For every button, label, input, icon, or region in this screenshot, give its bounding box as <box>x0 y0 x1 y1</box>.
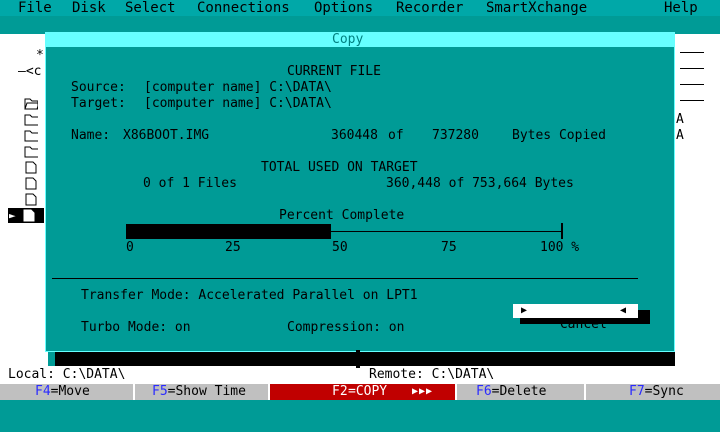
fkey-divider <box>584 384 586 400</box>
selected-file-row[interactable]: ► <box>8 208 44 223</box>
fkey-divider <box>455 384 457 400</box>
file-icon[interactable] <box>24 177 38 190</box>
remote-pane-line <box>680 84 704 85</box>
fkey-number: F2 <box>332 384 348 399</box>
progress-end-tick <box>561 223 563 239</box>
bytes-copied: 360448 <box>331 128 378 143</box>
bytes-total: 737280 <box>432 128 479 143</box>
bytes-used: 360,448 of 753,664 Bytes <box>386 176 574 191</box>
menu-file[interactable]: File <box>18 0 52 16</box>
scale-label: 50 <box>332 240 348 255</box>
progress-fill <box>126 224 331 239</box>
arrow-left-icon: ◀ <box>620 305 627 316</box>
remote-pane-line <box>680 100 704 101</box>
open-folder-icon[interactable] <box>24 97 38 110</box>
fkey-copy[interactable]: F2 =COPY ▶▶▶ <box>270 384 455 400</box>
dialog-separator <box>52 278 638 279</box>
fkey-number: F5 <box>152 384 168 399</box>
fkey-number: F7 <box>629 384 645 399</box>
remote-pane-line <box>680 52 704 53</box>
current-file-heading: CURRENT FILE <box>287 64 381 79</box>
fkey-number: F6 <box>476 384 492 399</box>
fkey-delete[interactable]: F6=Delete <box>476 384 546 400</box>
turbo-mode: Turbo Mode: on <box>81 320 191 335</box>
menu-options[interactable]: Options <box>314 0 373 16</box>
fkey-label: =Delete <box>491 384 547 399</box>
cancel-button[interactable]: ▶ Cancel ◀ <box>513 304 638 332</box>
pane-divider <box>356 350 360 368</box>
remote-pane-fragment: A <box>676 112 684 127</box>
local-path: Local: C:\DATA\ <box>8 367 126 382</box>
source-label: Source: <box>71 80 126 95</box>
file-icon[interactable] <box>24 161 38 174</box>
files-count: 0 of 1 Files <box>143 176 237 191</box>
menu-connections[interactable]: Connections <box>197 0 290 16</box>
transfer-mode: Transfer Mode: Accelerated Parallel on L… <box>81 288 418 303</box>
menu-help[interactable]: Help <box>664 0 698 16</box>
fkey-divider <box>133 384 135 400</box>
menu-smartxchange[interactable]: SmartXchange <box>486 0 587 16</box>
of-word: of <box>388 128 404 143</box>
scale-label: 0 <box>126 240 134 255</box>
scale-label: 75 <box>441 240 457 255</box>
source-value: [computer name] C:\DATA\ <box>144 80 332 95</box>
remote-pane-fragment: A <box>676 128 684 143</box>
scale-label: 100 % <box>540 240 580 255</box>
triple-arrow-icon: ▶▶▶ <box>412 386 434 397</box>
percent-heading: Percent Complete <box>279 208 405 223</box>
target-value: [computer name] C:\DATA\ <box>144 96 332 111</box>
arrow-right-icon: ▶ <box>521 305 528 316</box>
fkey-label: =Show Time <box>167 384 246 399</box>
fkey-number: F4 <box>35 384 51 399</box>
folder-icon[interactable] <box>24 145 38 158</box>
bytes-suffix: Bytes Copied <box>512 128 606 143</box>
file-icon[interactable] <box>24 193 38 206</box>
file-name: X86BOOT.IMG <box>123 128 210 143</box>
name-label: Name: <box>71 128 111 143</box>
pointer-arrow-icon: ► <box>9 209 16 222</box>
compression-mode: Compression: on <box>287 320 405 335</box>
fkey-label: =Sync <box>644 384 684 399</box>
file-icon <box>23 209 35 222</box>
remote-pane-line <box>680 68 704 69</box>
fkey-label: =COPY <box>348 384 388 399</box>
scale-label: 25 <box>225 240 241 255</box>
menu-recorder[interactable]: Recorder <box>396 0 463 16</box>
folder-icon[interactable] <box>24 113 38 126</box>
menu-select[interactable]: Select <box>125 0 176 16</box>
local-pane-fragment: * <box>36 48 44 63</box>
fkey-move[interactable]: F4=Move <box>35 384 90 400</box>
target-label: Target: <box>71 96 126 111</box>
fkey-show-time[interactable]: F5=Show Time <box>152 384 246 400</box>
fkey-label: =Move <box>50 384 90 399</box>
cancel-label: Cancel <box>559 317 607 332</box>
remote-path: Remote: C:\DATA\ <box>369 367 495 382</box>
dialog-title: Copy <box>332 32 364 47</box>
fkey-sync[interactable]: F7=Sync <box>629 384 684 400</box>
total-heading: TOTAL USED ON TARGET <box>261 160 418 175</box>
menu-disk[interactable]: Disk <box>72 0 106 16</box>
folder-icon[interactable] <box>24 129 38 142</box>
local-pane-fragment: —<c <box>18 64 42 79</box>
